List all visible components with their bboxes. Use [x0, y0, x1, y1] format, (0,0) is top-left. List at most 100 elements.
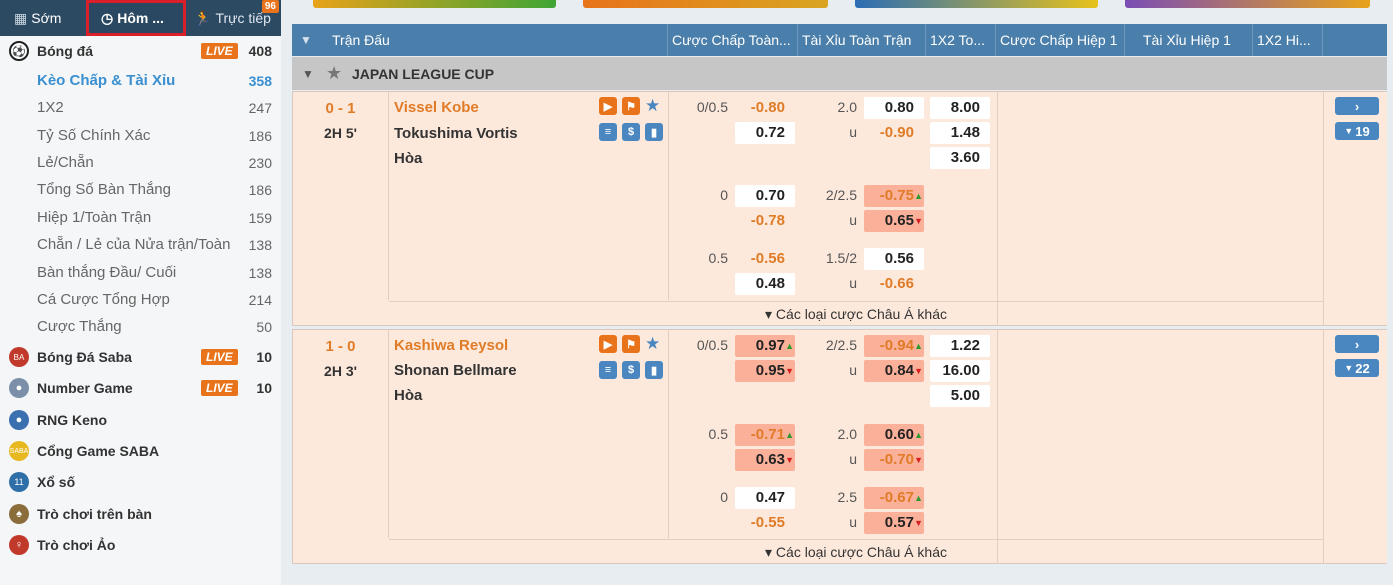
promo-banner[interactable]: [1125, 0, 1370, 8]
sidebar-item-label: RNG Keno: [37, 412, 107, 428]
match-time: 2H 5': [324, 125, 357, 141]
odds-button[interactable]: 0.47: [735, 487, 795, 509]
chart-bars-icon[interactable]: ▮: [645, 123, 663, 141]
odds-button[interactable]: 0.72: [735, 122, 795, 144]
live-badge: LIVE: [201, 43, 238, 59]
odds-button[interactable]: -0.71 ▲: [735, 424, 795, 446]
favorite-star-icon[interactable]: ★: [645, 334, 660, 354]
sidebar-item-saba-soccer[interactable]: BA Bóng Đá Saba LIVE 10: [0, 344, 281, 370]
sidebar-item-saba-game[interactable]: SABA Cổng Game SABA: [0, 438, 281, 464]
live-animation-icon[interactable]: ⚑: [622, 335, 640, 353]
sidebar-item-virtual-games[interactable]: ♀ Trò chơi Ảo: [0, 532, 281, 558]
sidebar-item-number-game[interactable]: ● Number Game LIVE 10: [0, 375, 281, 401]
dollar-icon[interactable]: $: [622, 123, 640, 141]
soccer-ball-icon: ⚽: [9, 41, 29, 61]
tab-live[interactable]: 🏃 Trực tiếp 96: [186, 0, 281, 36]
subitem-label: Lẻ/Chẵn: [37, 154, 94, 171]
more-bets-count-button[interactable]: ▼ 19: [1335, 122, 1379, 140]
saba-soccer-icon: BA: [9, 347, 29, 367]
sidebar-subitem-first-last-goal[interactable]: Bàn thắng Đầu/ Cuối 138: [0, 259, 281, 286]
more-asian-bets-link[interactable]: ▾ Các loại cược Châu Á khác: [389, 301, 1323, 325]
odds-button[interactable]: -0.70 ▼: [864, 449, 924, 471]
sidebar-subitem-handicap-ou[interactable]: Kèo Chấp & Tài Xỉu 358: [0, 67, 281, 94]
scrollbar[interactable]: [1387, 0, 1393, 585]
odds-value: 0.60: [884, 426, 914, 443]
sidebar-subitem-total-goals[interactable]: Tổng Số Bàn Thắng 186: [0, 176, 281, 203]
odds-button[interactable]: -0.67 ▲: [864, 487, 924, 509]
sidebar-subitem-half-odd-even[interactable]: Chẵn / Lẻ của Nửa trận/Toàn 138: [0, 231, 281, 258]
over-under-line: 2.0: [837, 99, 857, 115]
odds-button[interactable]: -0.80: [735, 97, 795, 119]
match-detail-button[interactable]: ›: [1335, 335, 1379, 353]
more-bets-count-button[interactable]: ▼ 22: [1335, 359, 1379, 377]
live-stream-icon[interactable]: ▶: [599, 97, 617, 115]
chart-bars-icon[interactable]: ▮: [645, 361, 663, 379]
more-asian-bets-link[interactable]: ▾ Các loại cược Châu Á khác: [389, 539, 1323, 563]
odds-button[interactable]: 0.70: [735, 185, 795, 207]
odds-button[interactable]: 16.00: [930, 360, 990, 382]
odds-value: 0.84: [884, 362, 914, 379]
odds-button[interactable]: 5.00: [930, 385, 990, 407]
odds-button[interactable]: 0.60 ▲: [864, 424, 924, 446]
tab-today[interactable]: ◷ Hôm ...: [86, 0, 186, 36]
odds-button[interactable]: 0.56: [864, 248, 924, 270]
league-header[interactable]: ▼ ★ JAPAN LEAGUE CUP: [292, 57, 1389, 90]
odds-button[interactable]: -0.90: [864, 122, 924, 144]
odds-button[interactable]: -0.78: [735, 210, 795, 232]
odds-button[interactable]: 1.48: [930, 122, 990, 144]
stats-icon[interactable]: ≡: [599, 361, 617, 379]
sidebar-subitem-ht-ft[interactable]: Hiệp 1/Toàn Trận 159: [0, 204, 281, 231]
sidebar-subitem-odd-even[interactable]: Lẻ/Chẵn 230: [0, 149, 281, 176]
live-stream-icon[interactable]: ▶: [599, 335, 617, 353]
odds-button[interactable]: -0.75 ▲: [864, 185, 924, 207]
sidebar-subitem-mix-parlay[interactable]: Cá Cược Tổng Hợp 214: [0, 286, 281, 313]
odds-button[interactable]: 0.84 ▼: [864, 360, 924, 382]
collapse-league-icon[interactable]: ▼: [302, 67, 314, 81]
odds-button[interactable]: 3.60: [930, 147, 990, 169]
subitem-count: 186: [248, 181, 272, 198]
over-under-line: 2/2.5: [825, 187, 857, 203]
match-score: 0 - 1: [325, 100, 356, 117]
dollar-icon[interactable]: $: [622, 361, 640, 379]
sidebar-item-lottery[interactable]: 11 Xổ số: [0, 469, 281, 495]
stats-icon[interactable]: ≡: [599, 123, 617, 141]
favorite-star-icon[interactable]: ★: [326, 63, 342, 84]
odds-button[interactable]: -0.94 ▲: [864, 335, 924, 357]
subitem-label: Tổng Số Bàn Thắng: [37, 181, 171, 198]
odds-value: 0.97: [755, 337, 785, 354]
caret-down-icon: ▼: [1344, 126, 1354, 136]
sidebar-item-soccer[interactable]: ⚽ Bóng đá LIVE 408: [0, 38, 281, 64]
subitem-label: Bàn thắng Đầu/ Cuối: [37, 264, 177, 281]
sidebar-subitem-correct-score[interactable]: Tỷ Số Chính Xác 186: [0, 122, 281, 149]
header-ft-handicap: Cược Chấp Toàn...: [668, 24, 798, 56]
sidebar-subitem-1x2[interactable]: 1X2 247: [0, 94, 281, 121]
promo-banner[interactable]: [855, 0, 1098, 8]
odds-button[interactable]: 0.95 ▼: [735, 360, 795, 382]
arrow-up-icon: ▲: [914, 493, 923, 503]
odds-button[interactable]: 0.65 ▼: [864, 210, 924, 232]
odds-button[interactable]: 8.00: [930, 97, 990, 119]
odds-button[interactable]: 0.57 ▼: [864, 512, 924, 534]
odds-button[interactable]: 0.97 ▲: [735, 335, 795, 357]
odds-button[interactable]: 0.80: [864, 97, 924, 119]
odds-button[interactable]: 0.48: [735, 273, 795, 295]
over-under-line: 2.0: [837, 426, 857, 442]
sidebar-item-table-games[interactable]: ♠ Trò chơi trên bàn: [0, 501, 281, 527]
odds-button[interactable]: 0.63 ▼: [735, 449, 795, 471]
tab-early[interactable]: ▦ Sớm: [0, 0, 86, 36]
sidebar-item-label: Cổng Game SABA: [37, 443, 160, 459]
collapse-all-icon[interactable]: ▼: [292, 24, 320, 56]
live-animation-icon[interactable]: ⚑: [622, 97, 640, 115]
arrow-up-icon: ▲: [914, 430, 923, 440]
odds-button[interactable]: -0.66: [864, 273, 924, 295]
promo-banner[interactable]: [313, 0, 556, 8]
sidebar-subitem-outright[interactable]: Cược Thắng 50: [0, 313, 281, 340]
home-team: Vissel Kobe: [394, 99, 479, 116]
odds-button[interactable]: 1.22: [930, 335, 990, 357]
odds-button[interactable]: -0.55: [735, 512, 795, 534]
favorite-star-icon[interactable]: ★: [645, 96, 660, 116]
promo-banner[interactable]: [583, 0, 828, 8]
match-detail-button[interactable]: ›: [1335, 97, 1379, 115]
sidebar-item-rng-keno[interactable]: ● RNG Keno: [0, 407, 281, 433]
odds-button[interactable]: -0.56: [735, 248, 795, 270]
